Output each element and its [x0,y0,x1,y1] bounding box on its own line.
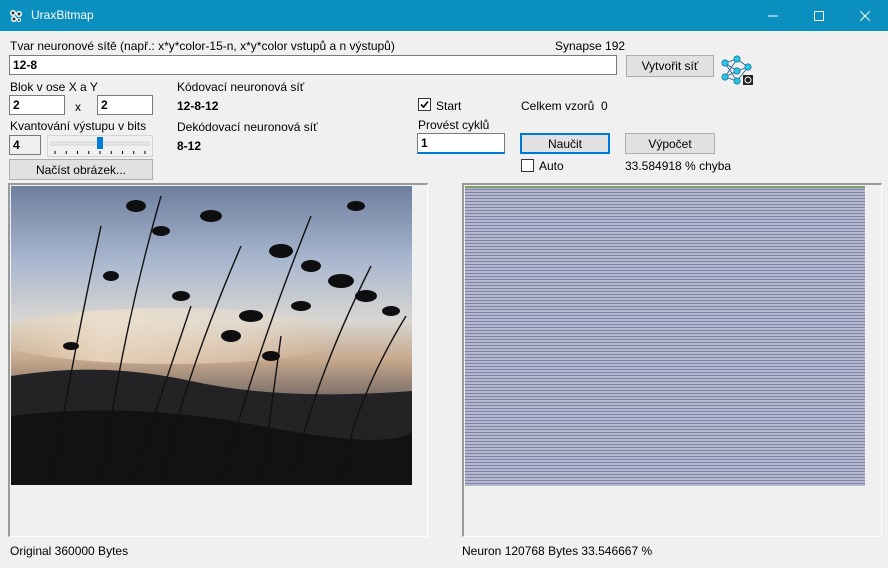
block-x-input[interactable]: 2 [9,95,65,115]
minimize-icon [768,15,778,16]
create-network-button[interactable]: Vytvořit síť [626,55,714,77]
quantization-slider[interactable] [47,135,153,157]
error-text: 33.584918 % chyba [625,159,732,173]
network-shape-label: Tvar neuronové sítě (např.: x*y*color-15… [10,39,395,53]
neural-network-icon [721,55,753,85]
block-label: Blok v ose X a Y [10,80,98,94]
load-image-button[interactable]: Načíst obrázek... [9,159,153,180]
auto-label: Auto [539,159,564,173]
maximize-icon [814,10,824,21]
title-bar: UraxBitmap [0,0,888,31]
window-title: UraxBitmap [31,8,94,22]
app-icon [10,10,22,22]
start-label: Start [436,99,462,113]
neuron-output-image [465,186,865,486]
block-y-input[interactable]: 2 [97,95,153,115]
original-image [11,186,412,485]
decoding-network-value: 8-12 [177,139,202,153]
cycles-input[interactable]: 1 [417,133,505,154]
learn-button[interactable]: Naučit [520,133,610,154]
original-image-panel [8,183,428,537]
synapse-count: Synapse 192 [555,39,626,53]
total-patterns-label: Celkem vzorů [521,99,595,113]
decoding-network-label: Dekódovací neuronová síť [177,120,318,134]
block-separator: x [75,100,81,114]
slider-thumb[interactable] [97,137,103,149]
cycles-label: Provést cyklů [418,118,490,132]
neuron-image-panel [462,183,882,537]
coding-network-value: 12-8-12 [177,99,219,113]
quantization-value: 4 [9,135,41,155]
checkmark-icon [420,100,429,109]
close-button[interactable] [842,0,888,31]
total-patterns-value: 0 [601,99,608,113]
close-icon [860,10,870,21]
maximize-button[interactable] [796,0,842,31]
auto-checkbox[interactable] [521,159,534,172]
start-checkbox[interactable] [418,98,431,111]
network-shape-input[interactable]: 12-8 [9,55,617,75]
compute-button[interactable]: Výpočet [625,133,715,154]
quantization-label: Kvantování výstupu v bits [10,119,147,133]
neuron-size-status: Neuron 120768 Bytes 33.546667 % [462,544,653,558]
coding-network-label: Kódovací neuronová síť [177,80,305,94]
minimize-button[interactable] [750,0,796,31]
original-size-status: Original 360000 Bytes [10,544,129,558]
